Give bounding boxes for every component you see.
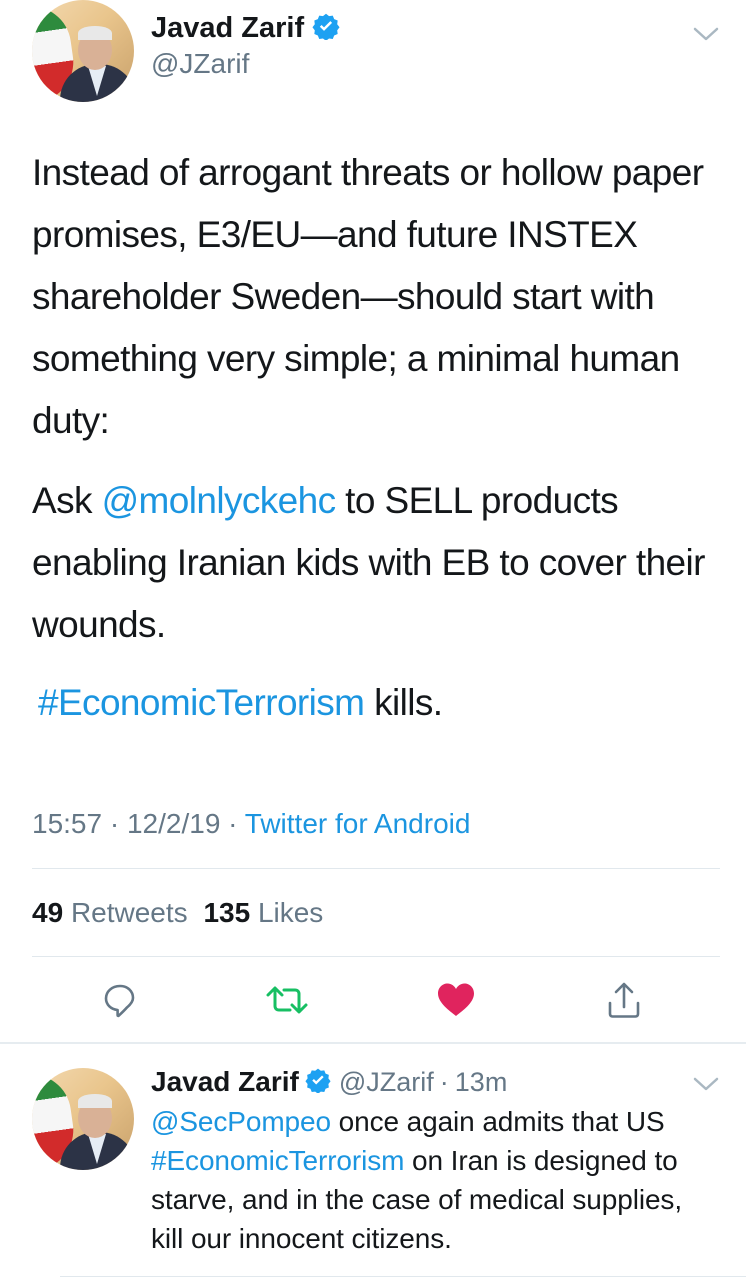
author-name-row[interactable]: Javad Zarif: [151, 10, 340, 46]
retweet-icon[interactable]: [264, 980, 310, 1020]
hashtag-link[interactable]: #EconomicTerrorism: [38, 682, 365, 723]
reply-author-handle[interactable]: @JZarif: [339, 1067, 434, 1098]
author-name[interactable]: Javad Zarif: [151, 12, 304, 45]
reply-text: @SecPompeo once again admits that US #Ec…: [151, 1102, 721, 1258]
divider: [32, 868, 720, 869]
hashtag-link[interactable]: #EconomicTerrorism: [151, 1145, 404, 1176]
tweet-source-link[interactable]: Twitter for Android: [245, 808, 471, 839]
author-handle[interactable]: @JZarif: [151, 48, 249, 80]
tweet-date: 12/2/19: [126, 808, 221, 839]
reply-icon[interactable]: [100, 980, 140, 1020]
reply-separator: ·: [439, 1066, 449, 1097]
tweet-separator: [0, 1042, 746, 1044]
tweet-paragraph-1: Instead of arrogant threats or hollow pa…: [32, 142, 724, 452]
verified-badge-icon: [305, 1067, 331, 1098]
author-avatar[interactable]: [32, 0, 134, 102]
reply-time[interactable]: 13m: [455, 1067, 508, 1098]
likes-label: Likes: [257, 897, 324, 928]
avatar-hair: [78, 1094, 112, 1108]
reply-header: Javad Zarif @JZarif · 13m: [151, 1064, 507, 1100]
tweet-paragraph-3: #EconomicTerrorism kills.: [38, 672, 724, 734]
share-icon[interactable]: [604, 980, 644, 1020]
reply-author-avatar[interactable]: [32, 1068, 134, 1170]
meta-separator: ·: [109, 808, 120, 839]
tweet-paragraph-2: Ask @molnlyckehc to SELL products enabli…: [32, 470, 724, 656]
meta-separator: ·: [228, 808, 238, 839]
reply-text-1: once again admits that US: [330, 1106, 665, 1137]
tweet-text-3: kills.: [364, 682, 443, 723]
bottom-divider: [60, 1276, 746, 1277]
likes-stat[interactable]: 135 Likes: [203, 897, 323, 928]
avatar-hair: [78, 26, 112, 40]
divider: [32, 956, 720, 957]
chevron-down-icon[interactable]: [692, 1074, 720, 1094]
retweets-stat[interactable]: 49 Retweets: [32, 897, 195, 928]
verified-badge-icon: [312, 12, 340, 45]
tweet-text-2a: Ask: [32, 480, 102, 521]
retweets-label: Retweets: [70, 897, 188, 928]
chevron-down-icon[interactable]: [692, 24, 720, 44]
mention-link[interactable]: @SecPompeo: [151, 1106, 331, 1137]
likes-count: 135: [203, 897, 251, 928]
tweet-time: 15:57: [32, 808, 103, 839]
retweets-count: 49: [32, 897, 64, 928]
like-icon[interactable]: [434, 980, 478, 1020]
tweet-stats: 49 Retweets 135 Likes: [32, 897, 323, 929]
tweet-text-1: Instead of arrogant threats or hollow pa…: [32, 152, 704, 441]
mention-link[interactable]: @molnlyckehc: [102, 480, 337, 521]
reply-author-name[interactable]: Javad Zarif: [151, 1066, 299, 1098]
tweet-meta: 15:57 · 12/2/19 · Twitter for Android: [32, 808, 470, 840]
